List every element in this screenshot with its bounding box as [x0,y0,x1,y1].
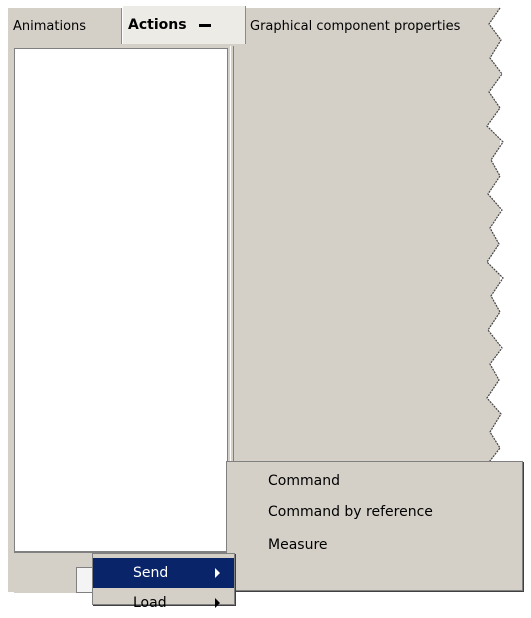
menu-item-load[interactable]: Load [93,588,234,618]
menu-item-send-label: Send [133,565,169,581]
submenu-item-measure-label: Measure [268,537,328,553]
send-submenu: Command Command by reference Measure [226,461,523,591]
menu-item-load-label: Load [133,595,167,611]
screenshot-frame: Animations Actions Graphical component p… [0,0,531,611]
submenu-arrow-icon [215,568,220,578]
submenu-item-command[interactable]: Command [227,466,522,496]
submenu-arrow-icon [215,598,220,608]
submenu-item-command-by-reference-label: Command by reference [268,504,433,520]
submenu-item-measure[interactable]: Measure [227,530,522,560]
submenu-item-command-label: Command [268,473,340,489]
submenu-item-command-by-reference[interactable]: Command by reference [227,497,522,527]
menu-item-send[interactable]: Send [93,558,234,588]
context-menu: Send Load [92,553,235,611]
